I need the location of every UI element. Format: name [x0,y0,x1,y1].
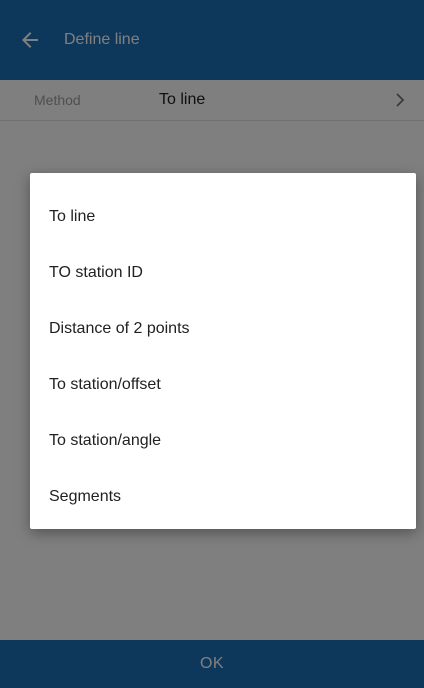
option-to-station-id[interactable]: TO station ID [30,245,416,301]
option-to-station-angle[interactable]: To station/angle [30,413,416,469]
option-to-line[interactable]: To line [30,189,416,245]
option-distance-of-2-points[interactable]: Distance of 2 points [30,301,416,357]
option-segments[interactable]: Segments [30,469,416,525]
option-to-station-offset[interactable]: To station/offset [30,357,416,413]
method-options-dialog: To line TO station ID Distance of 2 poin… [30,173,416,529]
